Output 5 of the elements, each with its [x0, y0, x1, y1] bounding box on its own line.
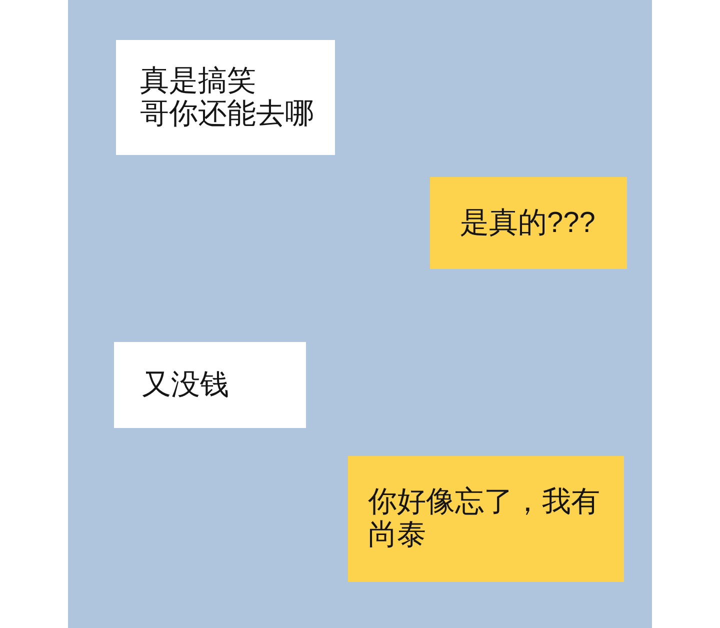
- message-text: 又没钱: [142, 368, 229, 402]
- message-text: 你好像忘了，我有尚泰: [368, 486, 601, 552]
- message-text: 哥你还能去哪: [140, 98, 314, 130]
- message-text: 真是搞笑: [140, 64, 256, 98]
- message-text: 是真的???: [460, 206, 596, 240]
